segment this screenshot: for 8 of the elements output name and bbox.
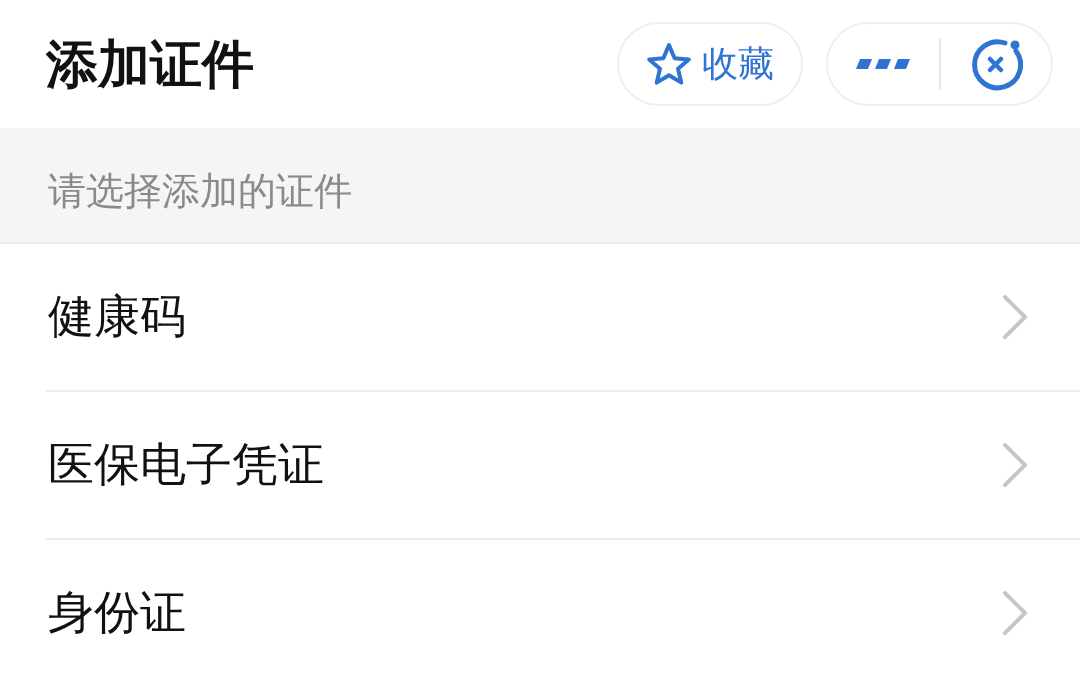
- star-icon: [646, 42, 692, 86]
- favorite-button[interactable]: 收藏: [617, 22, 803, 106]
- more-icon: [856, 59, 911, 69]
- section-hint: 请选择添加的证件: [48, 167, 352, 215]
- page-title: 添加证件: [46, 32, 255, 96]
- chevron-right-icon: [1002, 294, 1028, 340]
- chevron-right-icon: [1002, 590, 1028, 636]
- chevron-right-icon: [1002, 442, 1028, 488]
